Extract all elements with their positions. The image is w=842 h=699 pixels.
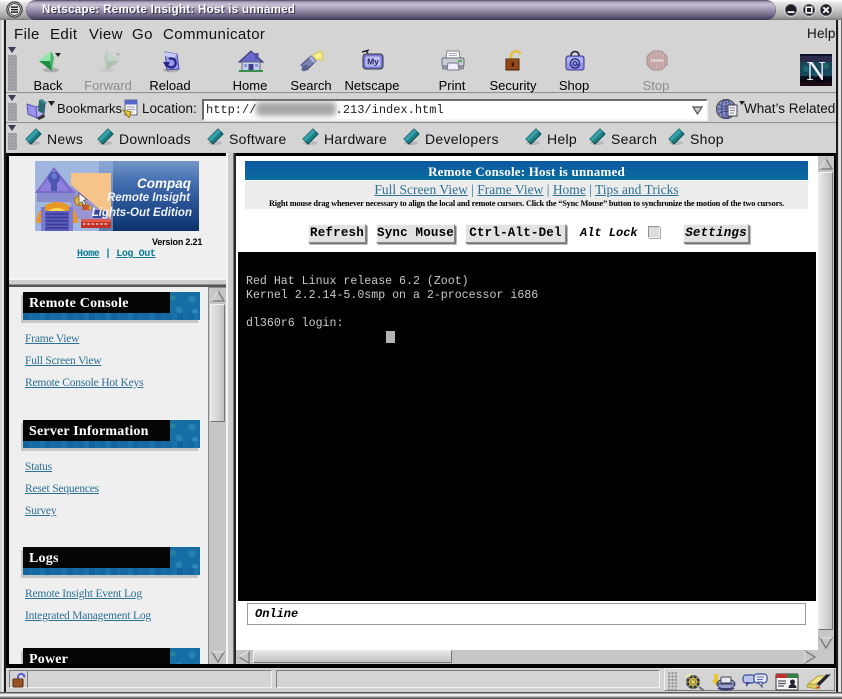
svg-text:Remote Insight: Remote Insight [107, 192, 191, 204]
svg-text:Compaq: Compaq [137, 176, 192, 191]
svg-text:N: N [806, 56, 826, 86]
svg-text:Lights-Out Edition: Lights-Out Edition [92, 207, 192, 219]
svg-text:My: My [367, 57, 379, 67]
